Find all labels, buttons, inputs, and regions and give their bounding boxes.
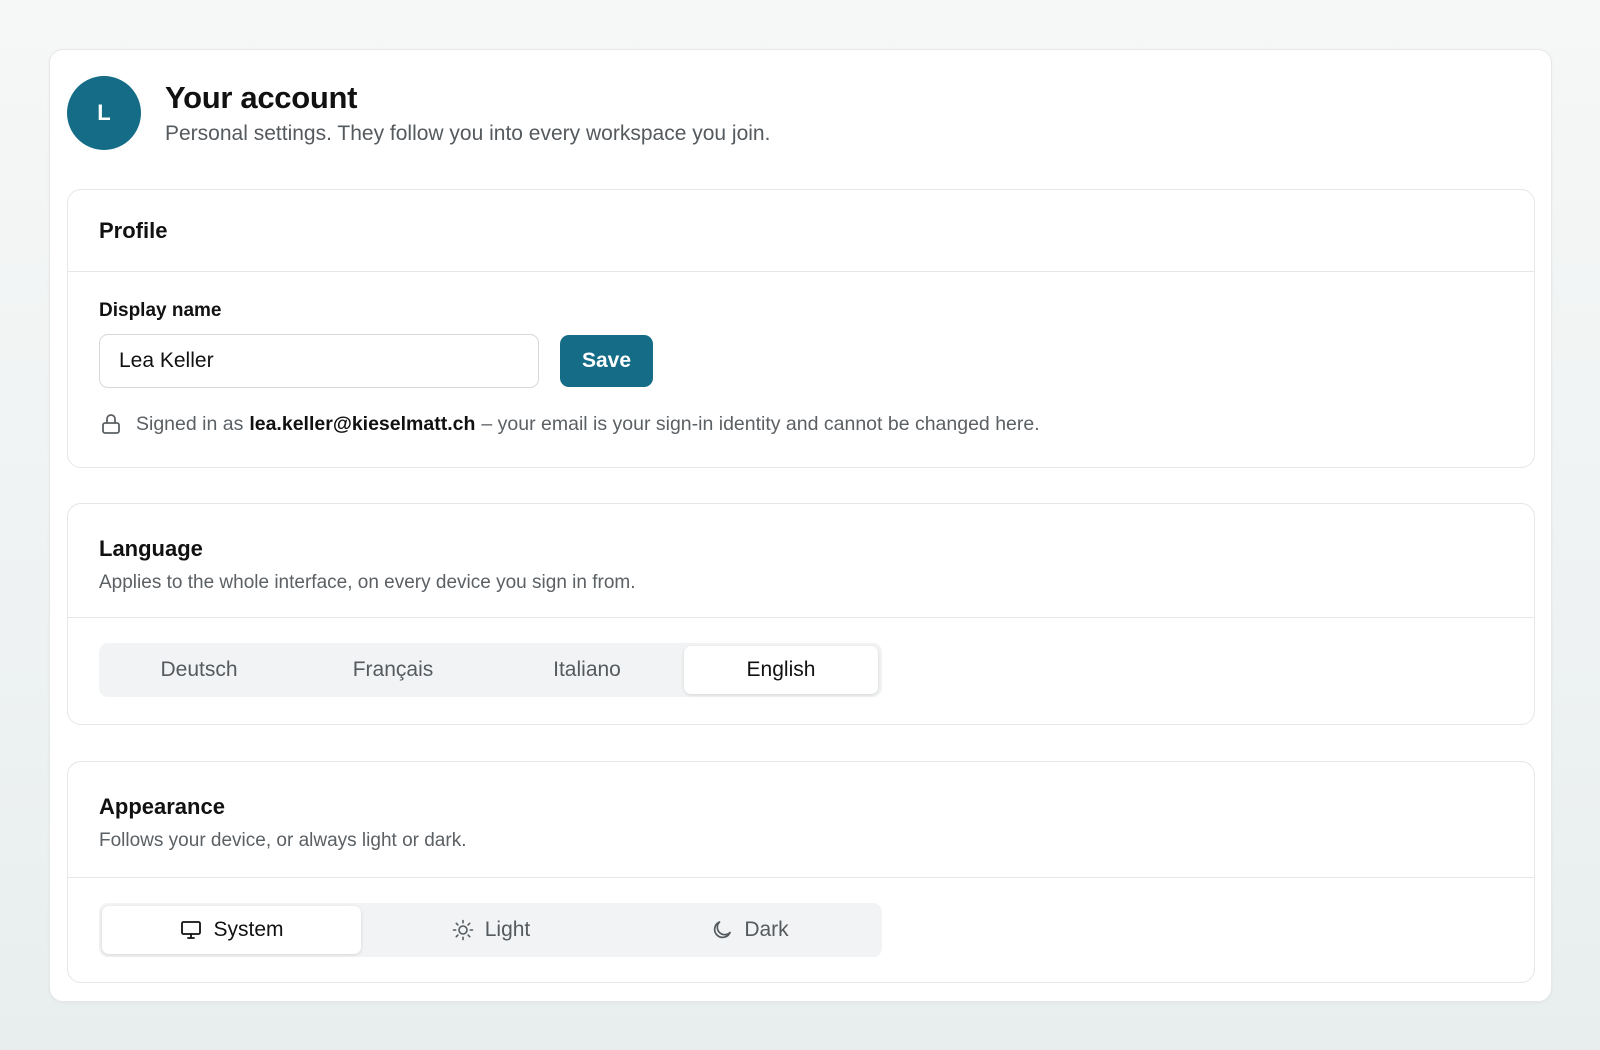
profile-section: Profile Display name Save Signed in as l… [67,189,1535,468]
language-title: Language [99,536,203,561]
account-settings-card: L Your account Personal settings. They f… [49,49,1552,1002]
header-text: Your account Personal settings. They fol… [165,76,770,146]
language-selector: Deutsch Français Italiano English [99,643,882,697]
language-option-italiano[interactable]: Italiano [490,646,684,694]
language-section-body: Deutsch Français Italiano English [68,643,1534,697]
language-section-header: Language Applies to the whole interface,… [68,504,1534,618]
page-subtitle: Personal settings. They follow you into … [165,122,771,145]
avatar[interactable]: L [67,76,141,150]
page-header: L Your account Personal settings. They f… [67,76,770,150]
moon-icon [714,921,732,939]
appearance-option-system[interactable]: System [102,906,361,954]
appearance-option-dark[interactable]: Dark [620,906,879,954]
signed-in-email: lea.keller@kieselmatt.ch [249,412,476,435]
lock-icon [102,414,120,434]
display-name-row: Save [99,334,1503,388]
sun-icon [452,919,474,941]
appearance-selector: System Light Dark [99,903,882,957]
appearance-description: Follows your device, or always light or … [99,830,467,851]
language-description: Applies to the whole interface, on every… [99,572,636,593]
display-name-input[interactable] [99,334,539,388]
profile-section-header: Profile [68,190,1534,272]
appearance-option-label: System [213,918,284,941]
language-option-english[interactable]: English [684,646,878,694]
language-option-francais[interactable]: Français [296,646,490,694]
page-title: Your account [165,80,358,115]
appearance-option-label: Light [484,918,531,941]
signed-in-note: Signed in as lea.keller@kieselmatt.ch – … [99,412,1503,436]
profile-section-body: Display name Save Signed in as lea.kelle… [68,300,1534,436]
signed-in-suffix: – your email is your sign-in identity an… [481,412,1040,435]
appearance-section-body: System Light Dark [68,903,1534,957]
appearance-section: Appearance Follows your device, or alway… [67,761,1535,983]
profile-title: Profile [99,217,168,243]
appearance-option-label: Dark [744,918,789,941]
signed-in-prefix: Signed in as [136,412,244,435]
appearance-title: Appearance [99,794,225,819]
monitor-icon [181,921,202,939]
display-name-label: Display name [99,300,222,321]
language-section: Language Applies to the whole interface,… [67,503,1535,725]
language-option-deutsch[interactable]: Deutsch [102,646,296,694]
save-button[interactable]: Save [560,335,653,387]
appearance-section-header: Appearance Follows your device, or alway… [68,762,1534,878]
appearance-option-light[interactable]: Light [361,906,620,954]
